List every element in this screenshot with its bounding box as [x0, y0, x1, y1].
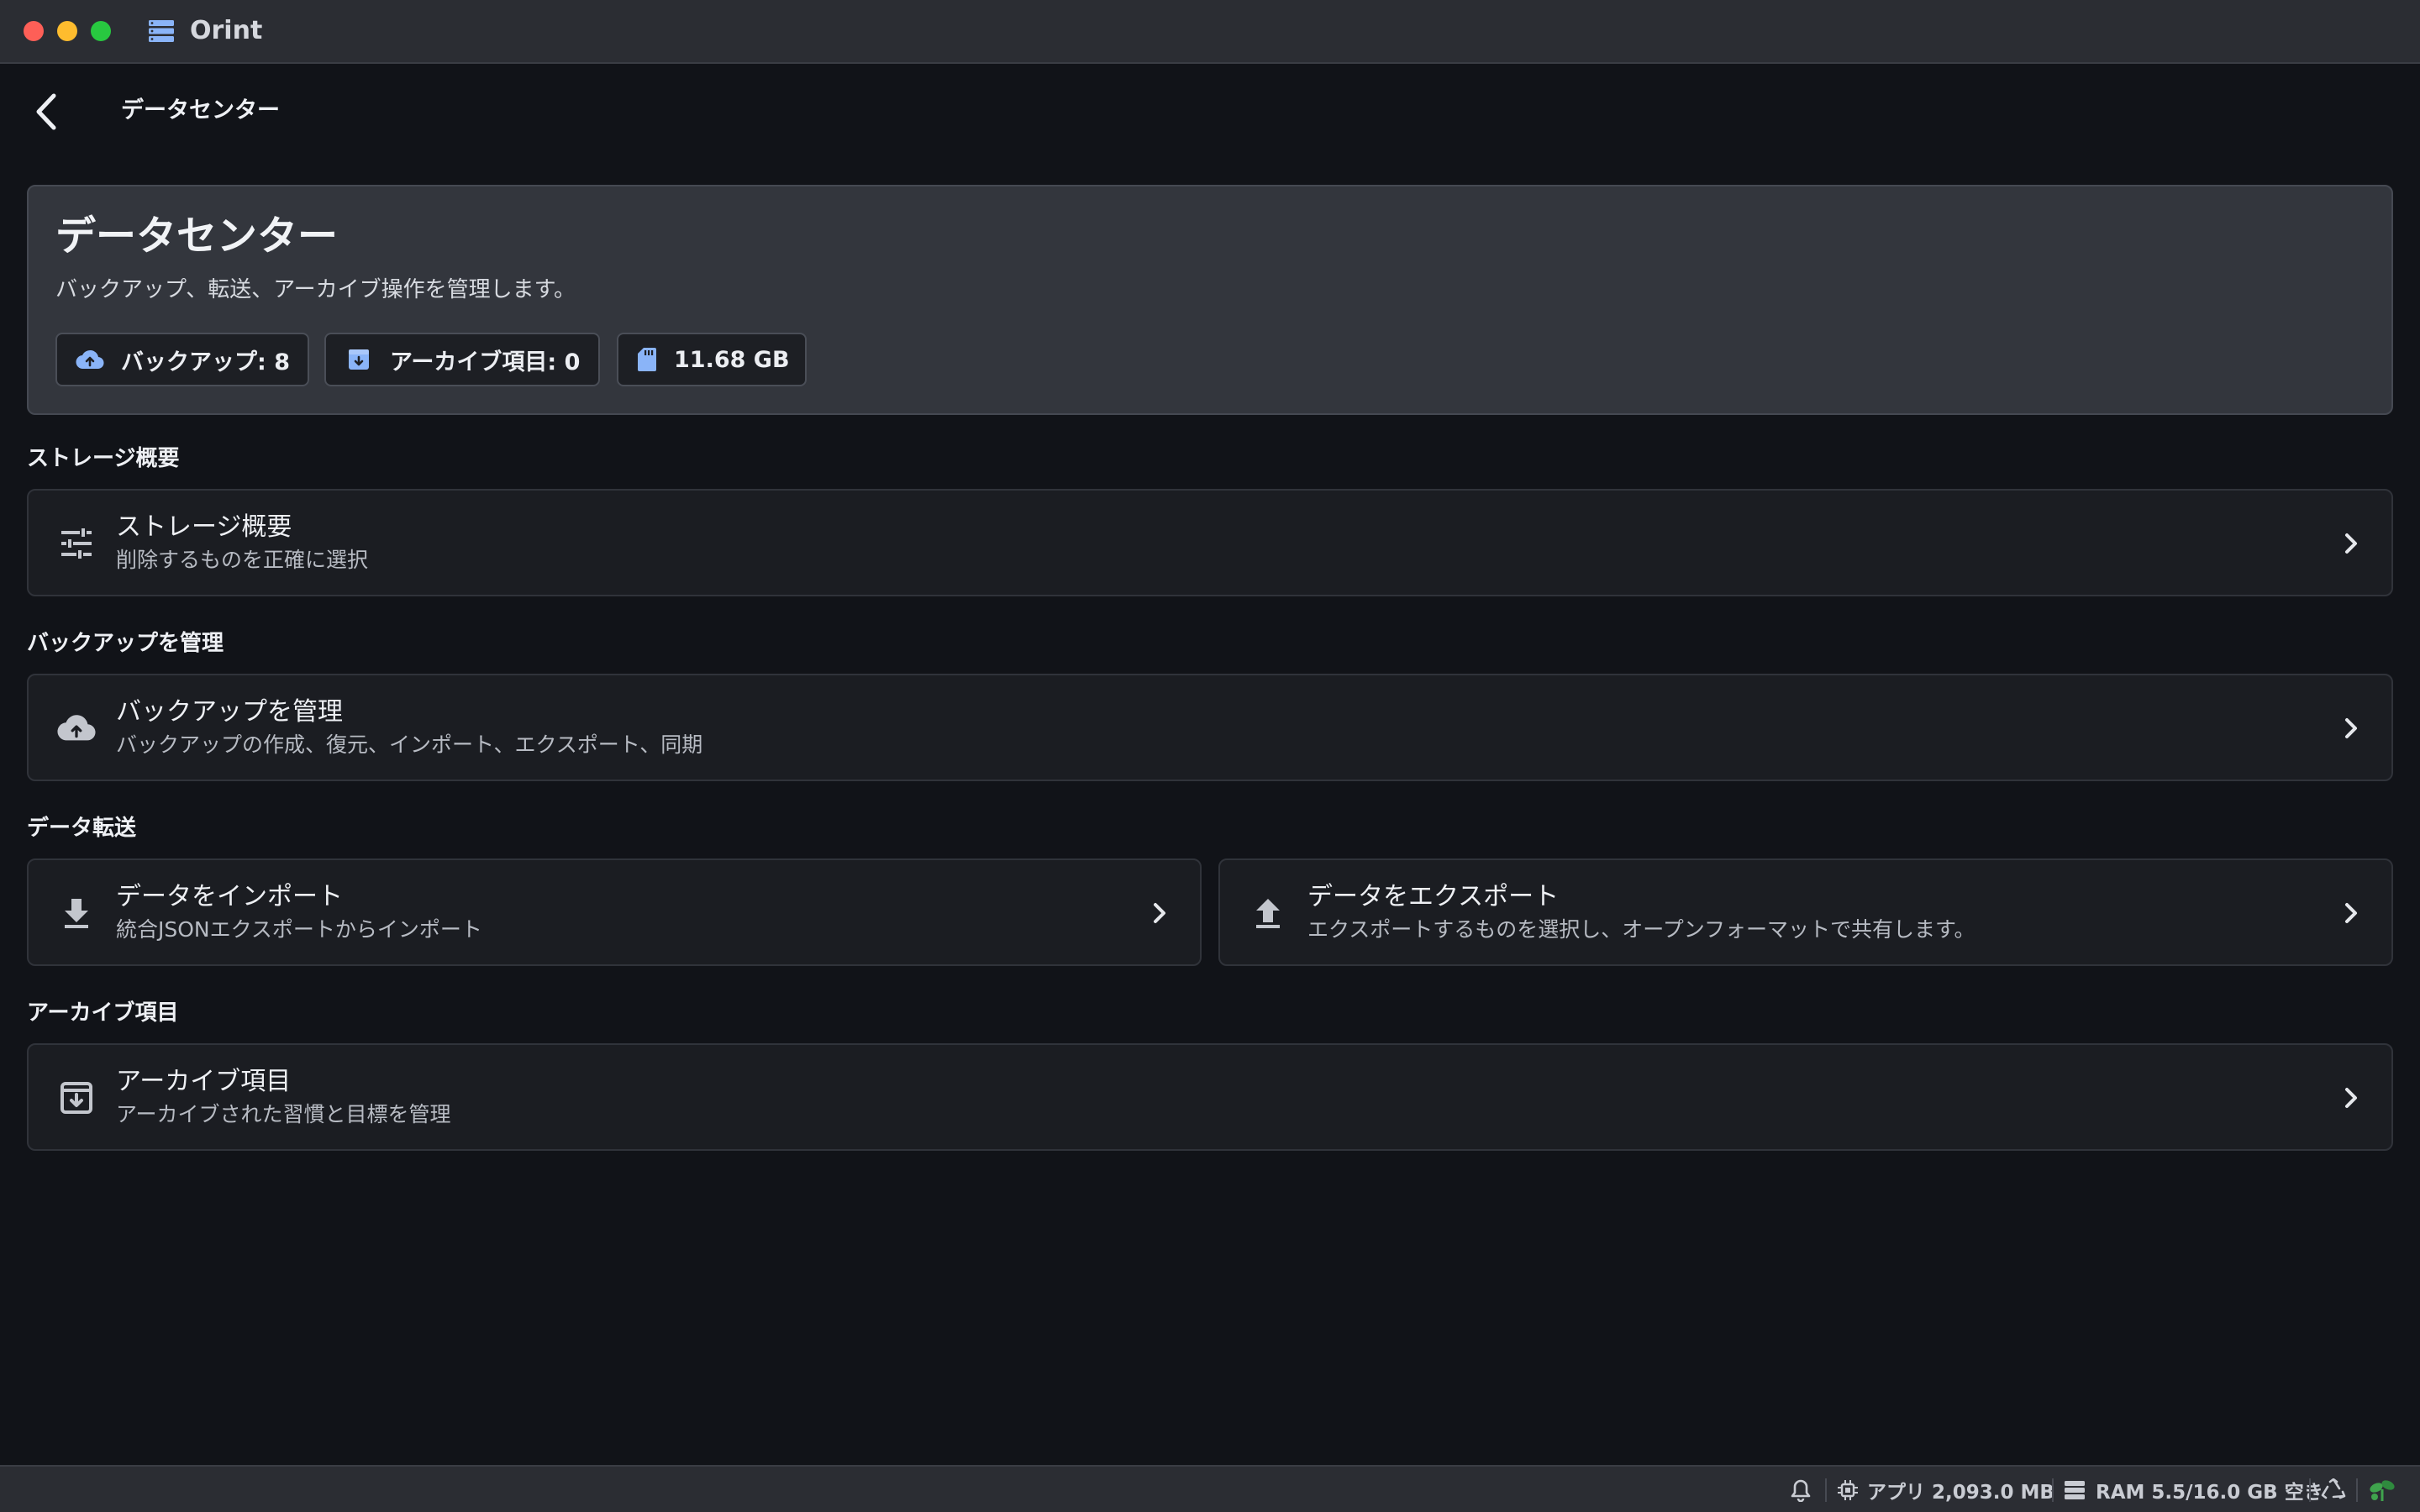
export-data-title: データをエクスポート — [1307, 882, 1560, 911]
export-data-subtitle: エクスポートするものを選択し、オープンフォーマットで共有します。 — [1307, 917, 1975, 942]
plant-status-icon — [2370, 1480, 2395, 1501]
section-label-backup: バックアップを管理 — [27, 631, 224, 656]
chevron-right-icon — [2345, 718, 2357, 738]
ram-indicator: RAM 5.5/16.0 GB 空き — [2064, 1467, 2323, 1512]
title-bar: Orint — [0, 0, 2420, 64]
recycle-button[interactable] — [2321, 1467, 2346, 1512]
section-label-archive: アーカイブ項目 — [27, 1000, 179, 1026]
status-divider — [2356, 1478, 2358, 1502]
app-memory-indicator: アプリ 2,093.0 MB — [1837, 1467, 2054, 1512]
section-label-transfer: データ転送 — [27, 816, 137, 841]
section-label-storage: ストレージ概要 — [27, 446, 180, 471]
storage-overview-title: ストレージ概要 — [116, 512, 292, 542]
page-title: データセンター — [121, 97, 280, 123]
storage-overview-row[interactable]: ストレージ概要 削除するものを正確に選択 — [27, 489, 2393, 596]
notifications-button[interactable] — [1790, 1467, 1812, 1512]
archived-items-subtitle: アーカイブされた習慣と目標を管理 — [116, 1102, 451, 1126]
summary-title: データセンター — [55, 213, 339, 260]
cloud-upload-icon — [57, 709, 96, 748]
archive-count-label: アーカイブ項目: 0 — [390, 349, 581, 375]
status-bar: アプリ 2,093.0 MB RAM 5.5/16.0 GB 空き — [0, 1465, 2420, 1512]
upload-icon — [1249, 894, 1287, 932]
sd-card-icon — [637, 345, 657, 374]
status-divider — [2309, 1478, 2311, 1502]
chevron-right-icon — [2345, 1088, 2357, 1108]
chevron-right-icon — [1154, 903, 1165, 923]
sync-status-indicator[interactable] — [2368, 1467, 2396, 1512]
download-icon — [57, 894, 96, 932]
storage-overview-subtitle: 削除するものを正確に選択 — [116, 548, 369, 572]
app-title: Orint — [190, 16, 263, 45]
app-window: Orint データセンター データセンター バックアップ、転送、アーカイブ操作を… — [0, 0, 2420, 1512]
status-divider — [2052, 1478, 2054, 1502]
storage-size-chip: 11.68 GB — [617, 333, 807, 386]
cloud-upload-icon — [76, 345, 104, 374]
chevron-right-icon — [2345, 903, 2357, 923]
status-divider — [1825, 1478, 1827, 1502]
app-memory-label: アプリ 2,093.0 MB — [1867, 1482, 2054, 1504]
chevron-left-icon — [36, 93, 56, 130]
manage-backups-row[interactable]: バックアップを管理 バックアップの作成、復元、インポート、エクスポート、同期 — [27, 674, 2393, 781]
archived-items-title: アーカイブ項目 — [116, 1067, 292, 1096]
import-data-subtitle: 統合JSONエクスポートからインポート — [116, 917, 482, 942]
manage-backups-title: バックアップを管理 — [116, 697, 343, 727]
import-data-title: データをインポート — [116, 882, 343, 911]
recycle-icon — [2321, 1478, 2346, 1499]
sliders-icon — [57, 524, 96, 563]
storage-stack-icon — [2065, 1481, 2085, 1499]
back-button[interactable] — [30, 91, 64, 133]
zoom-window-button[interactable] — [91, 21, 111, 41]
export-data-row[interactable]: データをエクスポート エクスポートするものを選択し、オープンフォーマットで共有し… — [1218, 858, 2393, 966]
app-logo-icon — [149, 20, 174, 42]
summary-subtitle: バックアップ、転送、アーカイブ操作を管理します。 — [55, 277, 576, 302]
backup-count-chip: バックアップ: 8 — [55, 333, 309, 386]
backup-count-label: バックアップ: 8 — [121, 349, 290, 375]
minimize-window-button[interactable] — [57, 21, 77, 41]
storage-size-label: 11.68 GB — [674, 346, 790, 373]
import-data-row[interactable]: データをインポート 統合JSONエクスポートからインポート — [27, 858, 1202, 966]
data-center-summary-card: データセンター バックアップ、転送、アーカイブ操作を管理します。 バックアップ:… — [27, 185, 2393, 415]
chevron-right-icon — [2345, 533, 2357, 554]
archived-items-row[interactable]: アーカイブ項目 アーカイブされた習慣と目標を管理 — [27, 1043, 2393, 1151]
ram-label: RAM 5.5/16.0 GB 空き — [2096, 1482, 2323, 1504]
archive-icon — [57, 1079, 96, 1117]
bell-icon — [1791, 1479, 1811, 1502]
cpu-icon — [1838, 1480, 1858, 1500]
manage-backups-subtitle: バックアップの作成、復元、インポート、エクスポート、同期 — [116, 732, 703, 757]
archive-icon — [345, 345, 373, 374]
archive-count-chip: アーカイブ項目: 0 — [324, 333, 600, 386]
close-window-button[interactable] — [24, 21, 44, 41]
